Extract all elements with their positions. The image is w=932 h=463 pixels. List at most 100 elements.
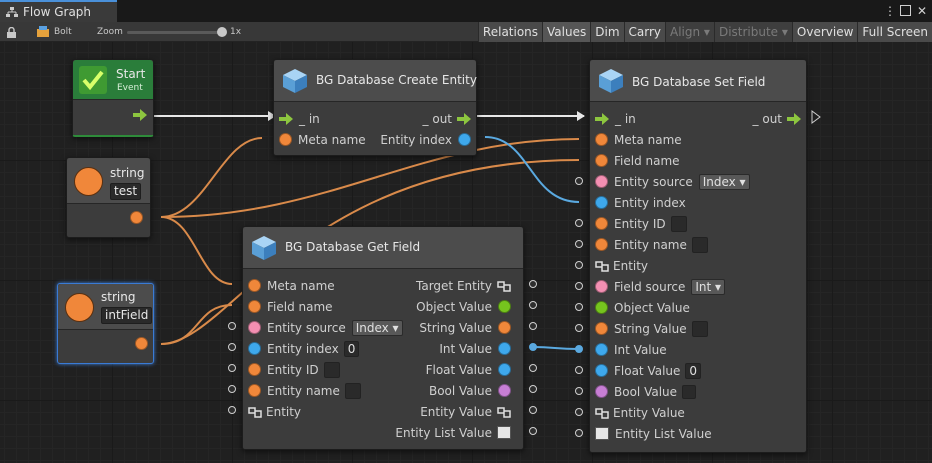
get-entityvalue-row[interactable]: Entity Value [420, 401, 511, 422]
entity-id-field[interactable] [670, 215, 687, 232]
get-object-row[interactable]: Object Value [416, 296, 511, 317]
field-source-port[interactable] [595, 280, 608, 293]
float-value-field[interactable]: 0 [685, 362, 702, 379]
field-name-port[interactable] [248, 300, 261, 313]
set-float-input-port[interactable] [575, 366, 583, 374]
bg-create-entity-node[interactable]: BG Database Create Entity _ in _ out Met… [273, 59, 477, 156]
set-out-row[interactable]: _ out [753, 108, 801, 129]
get-list-row[interactable]: Entity List Value [395, 422, 511, 443]
get-name-input-port[interactable] [228, 385, 236, 393]
meta-name-port[interactable] [248, 279, 261, 292]
get-bool-row[interactable]: Bool Value [429, 380, 511, 401]
set-bool-input-port[interactable] [575, 387, 583, 395]
field-name-port[interactable] [595, 154, 608, 167]
get-source-input-port[interactable] [228, 322, 236, 330]
flow-out-icon[interactable] [133, 109, 147, 121]
entity-source-dropdown[interactable]: Index ▾ [351, 319, 403, 336]
get-index-row[interactable]: Entity index 0 [248, 338, 360, 359]
set-bool-row[interactable]: Bool Value [595, 381, 697, 402]
set-source-row[interactable]: Entity source Index ▾ [595, 171, 750, 192]
set-list-input-port[interactable] [575, 429, 583, 437]
bool-value-checkbox[interactable] [682, 384, 697, 399]
field-source-dropdown[interactable]: Int ▾ [691, 278, 726, 295]
get-entity-input-port[interactable] [228, 406, 236, 414]
get-bool-output-port[interactable] [529, 385, 537, 393]
entity-id-port[interactable] [595, 217, 608, 230]
create-index-row[interactable]: Entity index [380, 129, 471, 150]
float-value-port[interactable] [498, 363, 511, 376]
get-id-row[interactable]: Entity ID [248, 359, 340, 380]
entity-source-port[interactable] [248, 321, 261, 334]
string-value-field[interactable] [691, 320, 708, 337]
set-id-row[interactable]: Entity ID [595, 213, 687, 234]
set-int-row[interactable]: Int Value [595, 339, 667, 360]
entity-source-port[interactable] [595, 175, 608, 188]
entity-index-port[interactable] [248, 342, 261, 355]
set-id-input-port[interactable] [575, 219, 583, 227]
object-value-port[interactable] [595, 301, 608, 314]
set-fieldsource-input-port[interactable] [575, 282, 583, 290]
string-test-out-port[interactable] [130, 211, 143, 224]
get-name-row[interactable]: Entity name [248, 380, 361, 401]
set-entityvalue-input-port[interactable] [575, 408, 583, 416]
create-meta-row[interactable]: Meta name [279, 129, 366, 150]
set-meta-row[interactable]: Meta name [595, 129, 682, 150]
bg-get-field-node[interactable]: BG Database Get Field Meta name Field na… [242, 226, 524, 450]
create-out-row[interactable]: _ out [423, 108, 471, 129]
get-id-input-port[interactable] [228, 364, 236, 372]
int-value-port[interactable] [498, 342, 511, 355]
get-meta-row[interactable]: Meta name [248, 275, 335, 296]
create-in-row[interactable]: _ in [279, 108, 320, 129]
string-literal-test-node[interactable]: string test [66, 157, 151, 238]
get-source-row[interactable]: Entity source Index ▾ [248, 317, 403, 338]
entity-name-port[interactable] [595, 238, 608, 251]
get-string-output-port[interactable] [529, 322, 537, 330]
entity-index-field[interactable]: 0 [343, 340, 360, 357]
set-string-row[interactable]: String Value [595, 318, 708, 339]
get-int-row[interactable]: Int Value [439, 338, 511, 359]
set-field-row[interactable]: Field name [595, 150, 680, 171]
set-name-input-port[interactable] [575, 240, 583, 248]
bool-value-port[interactable] [595, 385, 608, 398]
set-list-row[interactable]: Entity List Value [595, 423, 712, 444]
set-fieldsource-row[interactable]: Field source Int ▾ [595, 276, 726, 297]
set-index-row[interactable]: Entity index [595, 192, 686, 213]
entity-name-field[interactable] [344, 382, 361, 399]
get-list-output-port[interactable] [529, 427, 537, 435]
entity-name-field[interactable] [691, 236, 708, 253]
set-entity-row[interactable]: Entity [595, 255, 648, 276]
meta-name-port[interactable] [279, 133, 292, 146]
set-entity-input-port[interactable] [575, 261, 583, 269]
set-int-input-port[interactable] [575, 345, 583, 353]
get-float-output-port[interactable] [529, 364, 537, 372]
get-object-output-port[interactable] [529, 301, 537, 309]
get-index-input-port[interactable] [228, 343, 236, 351]
get-field-row[interactable]: Field name [248, 296, 333, 317]
string-intfield-value[interactable]: intField [101, 307, 153, 324]
string-value-port[interactable] [595, 322, 608, 335]
entity-index-port[interactable] [595, 196, 608, 209]
entity-id-port[interactable] [248, 363, 261, 376]
set-in-row[interactable]: _ in [595, 108, 636, 129]
string-intfield-out-port[interactable] [135, 337, 148, 350]
get-float-row[interactable]: Float Value [426, 359, 511, 380]
entity-index-out-port[interactable] [458, 133, 471, 146]
set-object-row[interactable]: Object Value [595, 297, 690, 318]
set-name-row[interactable]: Entity name [595, 234, 708, 255]
string-test-value[interactable]: test [110, 183, 142, 200]
string-value-port[interactable] [498, 321, 511, 334]
set-object-input-port[interactable] [575, 303, 583, 311]
set-source-input-port[interactable] [575, 177, 583, 185]
float-value-port[interactable] [595, 364, 608, 377]
set-float-row[interactable]: Float Value 0 [595, 360, 702, 381]
get-entity-row[interactable]: Entity [248, 401, 301, 422]
set-entityvalue-row[interactable]: Entity Value [595, 402, 685, 423]
meta-name-port[interactable] [595, 133, 608, 146]
get-entityvalue-output-port[interactable] [529, 406, 537, 414]
start-event-node[interactable]: Start Event [72, 59, 154, 137]
entity-source-dropdown[interactable]: Index ▾ [698, 173, 750, 190]
get-target-output-port[interactable] [529, 280, 537, 288]
bool-value-port[interactable] [498, 384, 511, 397]
set-string-input-port[interactable] [575, 324, 583, 332]
string-literal-intfield-node[interactable]: string intField [57, 283, 154, 364]
